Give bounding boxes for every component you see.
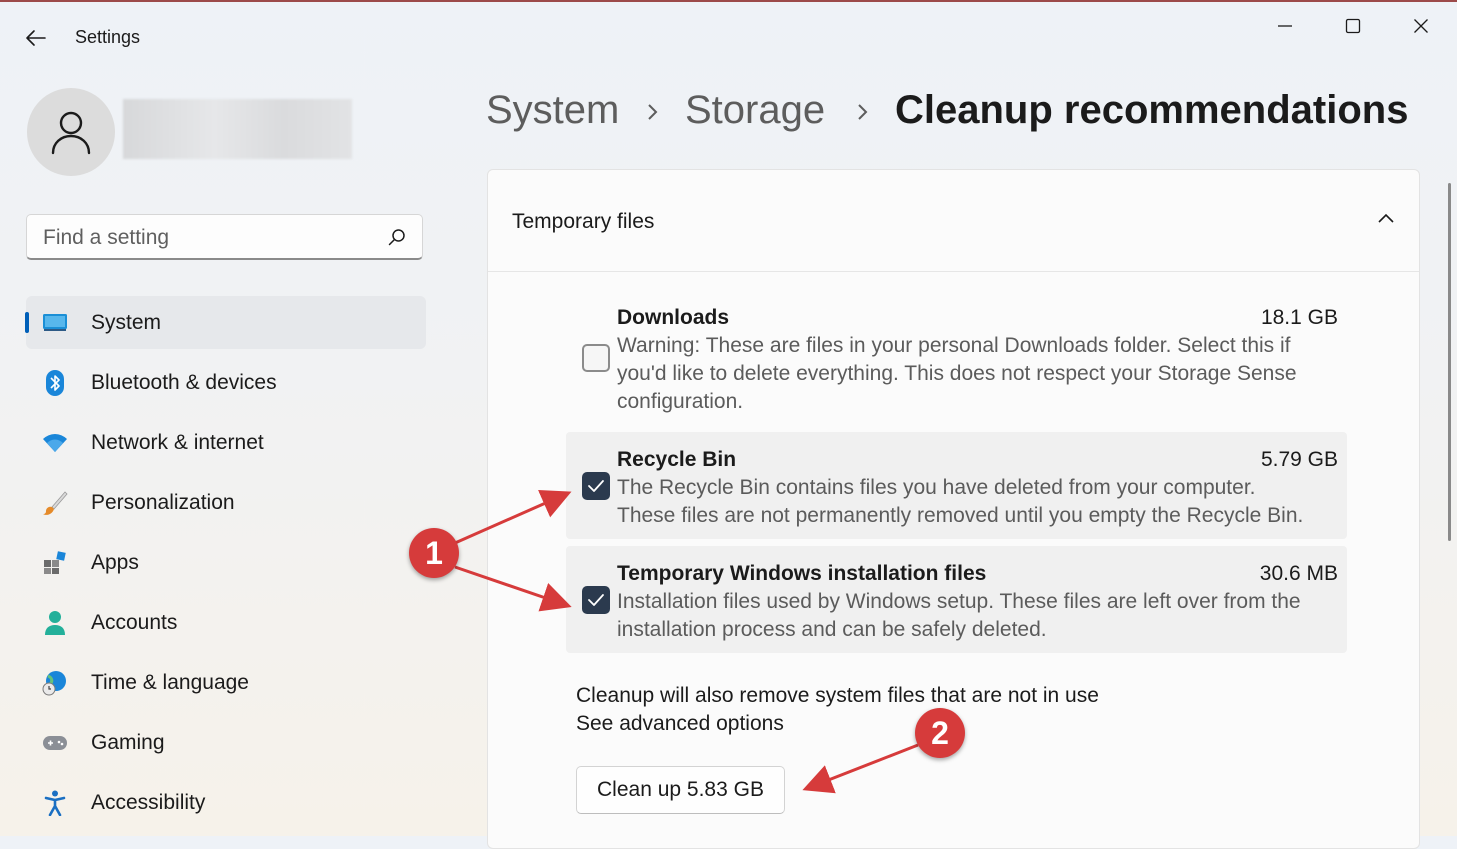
checkmark-icon (588, 480, 604, 492)
globe-clock-icon (42, 670, 68, 696)
recycle-bin-description: The Recycle Bin contains files you have … (617, 476, 1304, 527)
bluetooth-icon (42, 370, 68, 396)
downloads-size: 18.1 GB (1260, 306, 1338, 329)
sidebar-item-personalization[interactable]: Personalization (26, 476, 426, 529)
back-arrow-icon (26, 30, 46, 46)
person-icon (51, 111, 91, 155)
accessibility-icon (42, 790, 68, 816)
annotation-badge-1: 1 (409, 528, 459, 578)
recycle-bin-title: Recycle Bin (617, 448, 737, 471)
search-box[interactable] (26, 214, 423, 260)
apps-icon (42, 550, 68, 576)
temporary-files-header[interactable]: Temporary files (488, 170, 1419, 272)
downloads-title: Downloads (617, 306, 730, 329)
list-item-temp-windows-install: Temporary Windows installation files 30.… (566, 546, 1347, 653)
temp-install-description: Installation files used by Windows setup… (617, 590, 1301, 641)
list-item-downloads: Downloads 18.1 GB Warning: These are fil… (566, 294, 1347, 422)
recycle-bin-size: 5.79 GB (1260, 448, 1338, 471)
see-advanced-options-link[interactable]: See advanced options (576, 712, 784, 736)
chevron-right-icon (648, 104, 658, 120)
list-item-recycle-bin: Recycle Bin 5.79 GB The Recycle Bin cont… (566, 432, 1347, 539)
sidebar-item-gaming[interactable]: Gaming (26, 716, 426, 769)
sidebar-item-bluetooth[interactable]: Bluetooth & devices (26, 356, 426, 409)
avatar[interactable] (27, 88, 115, 176)
accounts-icon (42, 610, 68, 636)
sidebar-item-accounts[interactable]: Accounts (26, 596, 426, 649)
breadcrumb-system[interactable]: System (486, 88, 619, 133)
sidebar-item-time-language[interactable]: Time & language (26, 656, 426, 709)
search-input[interactable] (41, 223, 375, 253)
gamepad-icon (42, 730, 68, 756)
sidebar-item-system[interactable]: System (25, 296, 426, 349)
temp-install-checkbox[interactable] (582, 586, 610, 614)
chevron-right-icon (858, 104, 868, 120)
checkmark-icon (588, 594, 604, 606)
downloads-description: Warning: These are files in your persona… (617, 334, 1297, 413)
active-indicator (25, 312, 29, 333)
page-title: Cleanup recommendations (895, 88, 1409, 132)
annotation-badge-2: 2 (915, 708, 965, 758)
minimize-icon (1278, 25, 1292, 27)
breadcrumb-storage[interactable]: Storage (685, 88, 825, 133)
close-icon (1414, 19, 1428, 33)
wifi-icon (42, 430, 68, 456)
search-icon[interactable] (388, 228, 406, 246)
scrollbar-thumb[interactable] (1448, 183, 1451, 541)
sidebar-nav: System Bluetooth & devices Network & int… (25, 296, 426, 836)
sidebar-item-network[interactable]: Network & internet (26, 416, 426, 469)
back-button[interactable] (22, 24, 50, 52)
maximize-button[interactable] (1325, 8, 1381, 44)
recycle-bin-checkbox[interactable] (582, 472, 610, 500)
minimize-button[interactable] (1257, 8, 1313, 44)
section-title: Temporary files (512, 210, 655, 233)
brush-icon (42, 490, 68, 516)
cleanup-note: Cleanup will also remove system files th… (576, 684, 1099, 707)
sidebar-item-apps[interactable]: Apps (26, 536, 426, 589)
title-bar: Settings (0, 2, 1457, 62)
app-title: Settings (75, 27, 141, 47)
clean-up-button[interactable]: Clean up 5.83 GB (576, 766, 785, 814)
user-name-blurred (123, 99, 352, 159)
temp-install-title: Temporary Windows installation files (617, 562, 987, 585)
system-monitor-icon (42, 310, 68, 336)
chevron-up-icon[interactable] (1377, 210, 1395, 228)
downloads-checkbox[interactable] (582, 344, 610, 372)
maximize-icon (1345, 18, 1361, 34)
sidebar-item-accessibility[interactable]: Accessibility (26, 776, 426, 829)
close-button[interactable] (1393, 8, 1449, 44)
temp-install-size: 30.6 MB (1259, 562, 1338, 585)
